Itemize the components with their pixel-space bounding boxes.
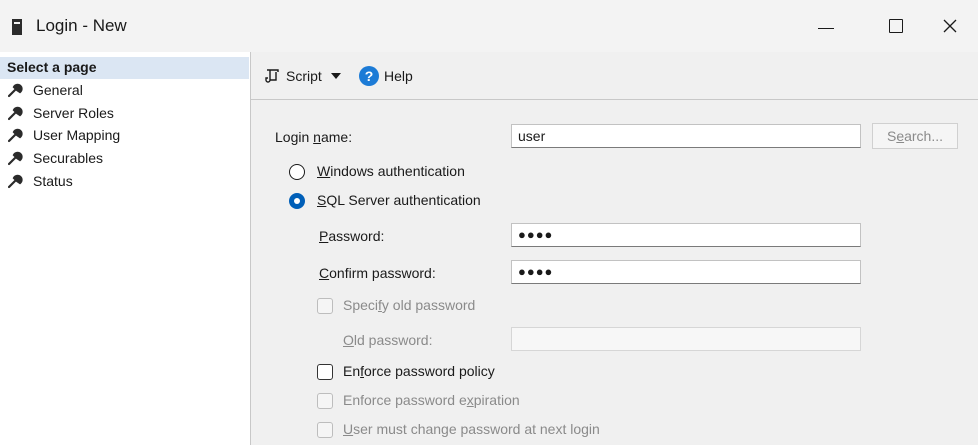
minimize-icon — [818, 27, 834, 29]
general-page: Script ? Help Login name: user Se arch...… — [251, 52, 978, 445]
specify-old-password-checkbox[interactable] — [317, 298, 333, 314]
nav-item-label: Status — [33, 172, 73, 189]
must-change-label: User must change password at next login — [343, 421, 600, 437]
wrench-icon — [8, 128, 23, 142]
wrench-icon — [8, 174, 23, 188]
enforce-policy-label: Enforce password policy — [343, 363, 495, 379]
nav-item-general[interactable]: General — [8, 78, 83, 101]
enforce-policy-checkbox[interactable] — [317, 364, 333, 380]
specify-old-password-label: Specify old password — [343, 297, 476, 313]
enforce-expiration-label: Enforce password expiration — [343, 392, 520, 408]
wrench-icon — [8, 151, 23, 165]
dropdown-arrow-icon[interactable] — [330, 73, 341, 79]
select-page-header: Select a page — [0, 57, 249, 79]
nav-item-label: General — [33, 81, 83, 98]
login-name-input[interactable]: user — [511, 124, 861, 148]
sql-auth-radio[interactable] — [289, 193, 305, 209]
wrench-icon — [8, 106, 23, 120]
windows-auth-radio[interactable] — [289, 164, 305, 180]
toolbar: Script ? Help — [251, 52, 978, 100]
nav-item-label: Securables — [33, 149, 104, 166]
search-button[interactable]: Se arch... — [872, 123, 958, 149]
script-button[interactable]: Script — [264, 65, 341, 87]
old-password-label: Old password: — [343, 332, 433, 348]
nav-item-user-mapping[interactable]: User Mapping — [8, 123, 120, 146]
sql-auth-label: SQL Server authentication — [317, 192, 481, 208]
confirm-password-label: Confirm password: — [319, 265, 436, 281]
help-icon: ? — [359, 66, 379, 86]
server-icon — [12, 19, 22, 35]
old-password-input[interactable] — [511, 327, 861, 351]
must-change-checkbox[interactable] — [317, 422, 333, 438]
maximize-icon — [889, 19, 903, 33]
enforce-expiration-checkbox[interactable] — [317, 393, 333, 409]
nav-item-status[interactable]: Status — [8, 169, 73, 192]
login-name-label: Login name: — [275, 129, 353, 145]
title-bar: Login - New — [0, 0, 978, 52]
windows-auth-label: Windows authentication — [317, 163, 465, 179]
help-label: Help — [384, 68, 413, 84]
nav-item-label: Server Roles — [33, 104, 114, 121]
password-input[interactable]: ●●●● — [511, 223, 861, 247]
script-icon — [265, 69, 279, 83]
nav-item-server-roles[interactable]: Server Roles — [8, 101, 114, 124]
page-selector-pane: Select a page General Server Roles User … — [0, 52, 251, 445]
wrench-icon — [8, 83, 23, 97]
close-button[interactable] — [922, 0, 978, 52]
password-label: Password: — [319, 228, 385, 244]
maximize-button[interactable] — [868, 0, 924, 52]
minimize-button[interactable] — [798, 0, 854, 52]
nav-item-label: User Mapping — [33, 126, 121, 143]
close-icon — [943, 19, 957, 33]
script-label: Script — [286, 68, 322, 84]
confirm-password-input[interactable]: ●●●● — [511, 260, 861, 284]
help-button[interactable]: ? Help — [359, 64, 413, 88]
window-title: Login - New — [36, 16, 127, 35]
nav-item-securables[interactable]: Securables — [8, 146, 103, 169]
